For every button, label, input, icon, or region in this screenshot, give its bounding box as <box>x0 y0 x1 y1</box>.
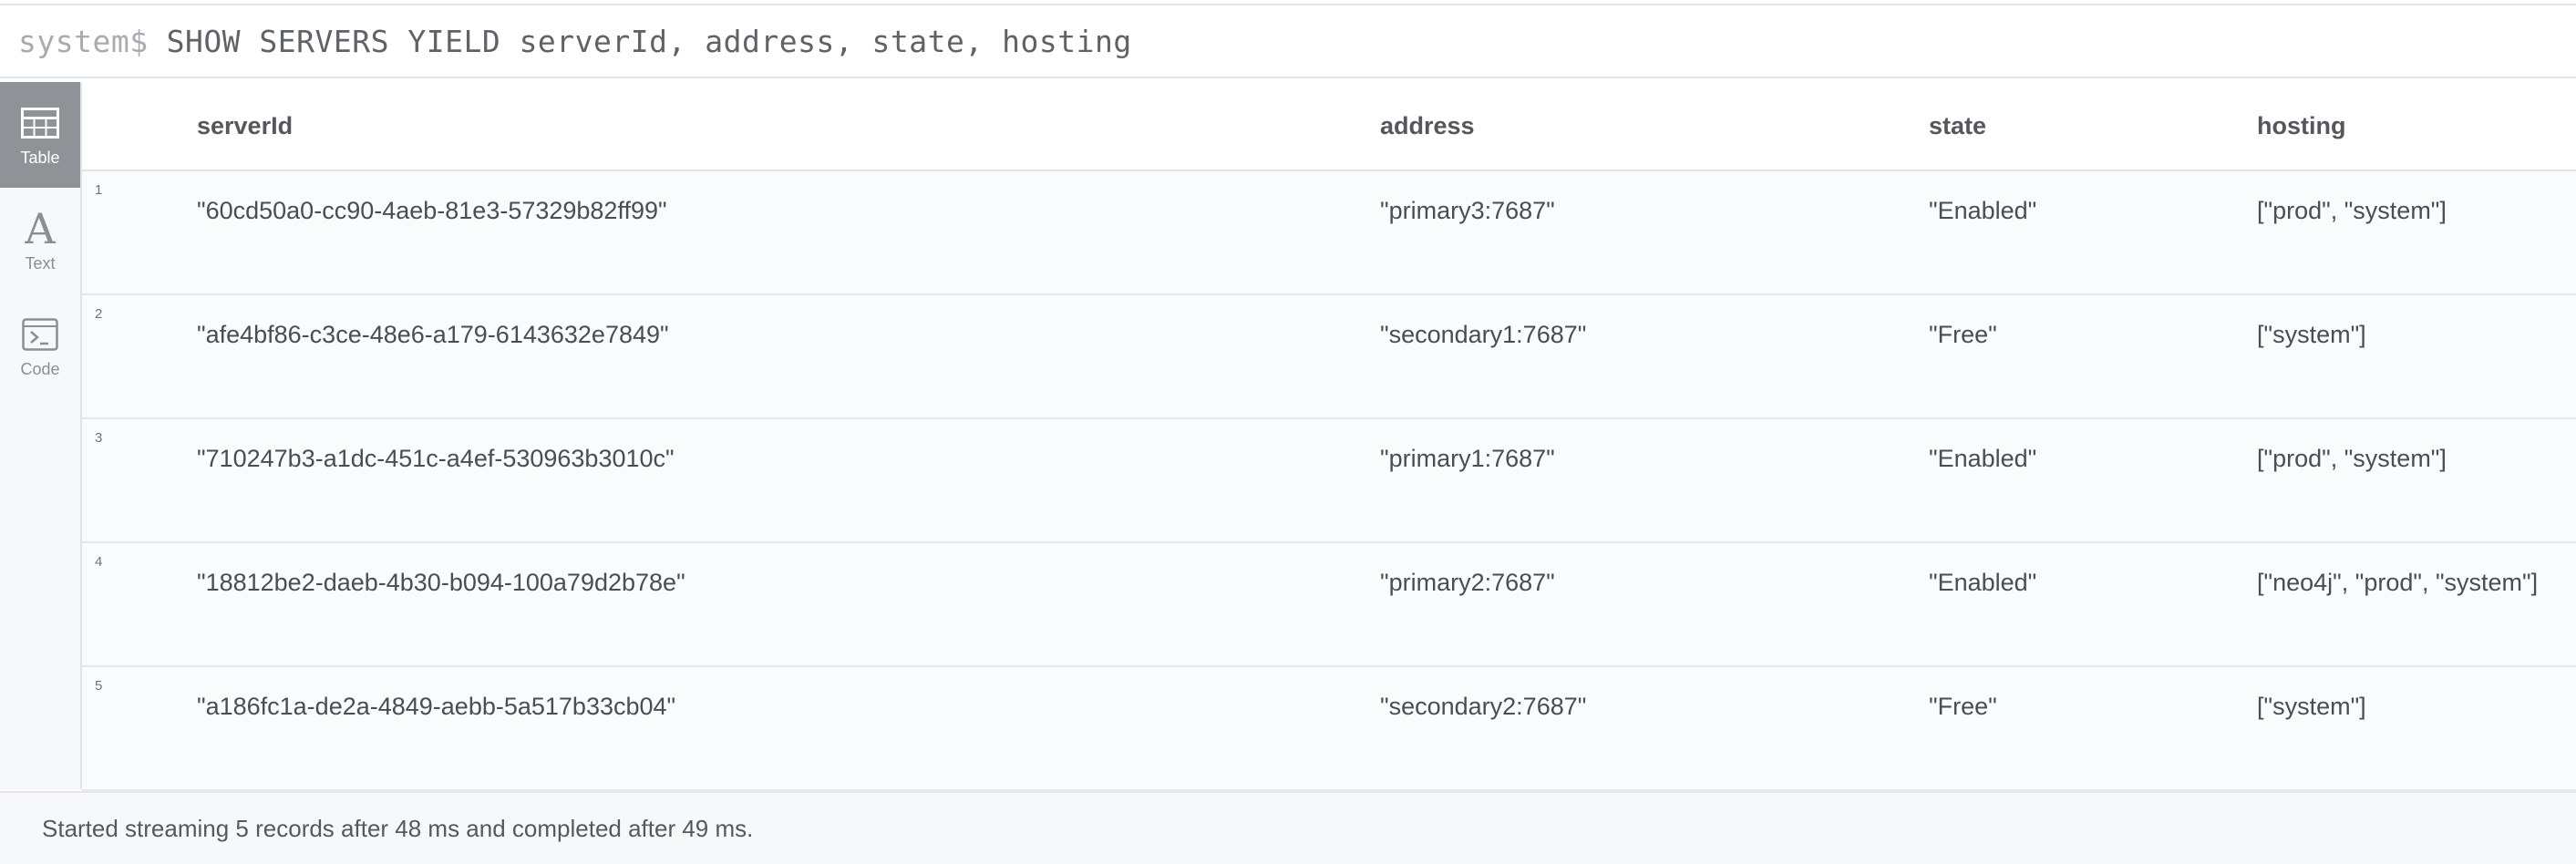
table-row: 3 "710247b3-a1dc-451c-a4ef-530963b3010c"… <box>82 419 2576 543</box>
view-table-button[interactable]: Table <box>0 82 80 188</box>
row-number: 5 <box>95 678 103 694</box>
cell-state: "Enabled" <box>1929 569 2037 596</box>
cell-hosting: ["prod", "system"] <box>2257 197 2447 224</box>
table-row: 5 "a186fc1a-de2a-4849-aebb-5a517b33cb04"… <box>82 667 2576 791</box>
query-text[interactable]: SHOW SERVERS YIELD serverId, address, st… <box>167 24 1132 59</box>
view-text-label: Text <box>25 253 56 273</box>
cell-state: "Free" <box>1929 693 1997 720</box>
code-icon <box>22 314 58 355</box>
result-table: serverId address state hosting 1 "60cd50… <box>82 82 2576 791</box>
cell-hosting: ["system"] <box>2257 321 2366 348</box>
view-sidebar: Table A Text Code <box>0 82 82 789</box>
table-icon <box>21 103 59 143</box>
query-editor[interactable]: system$ SHOW SERVERS YIELD serverId, add… <box>0 5 2576 78</box>
row-number: 1 <box>95 182 103 198</box>
cell-address: "secondary2:7687" <box>1380 693 1587 720</box>
status-bar: Started streaming 5 records after 48 ms … <box>0 791 2576 864</box>
cell-serverid: "afe4bf86-c3ce-48e6-a179-6143632e7849" <box>197 321 669 348</box>
cell-serverid: "18812be2-daeb-4b30-b094-100a79d2b78e" <box>197 569 685 596</box>
text-icon: A <box>25 203 56 253</box>
cell-hosting: ["prod", "system"] <box>2257 445 2447 472</box>
view-code-label: Code <box>20 359 60 378</box>
view-table-label: Table <box>20 148 60 167</box>
table-row: 1 "60cd50a0-cc90-4aeb-81e3-57329b82ff99"… <box>82 171 2576 295</box>
cell-state: "Free" <box>1929 321 1997 348</box>
view-code-button[interactable]: Code <box>0 293 80 399</box>
cell-serverid: "a186fc1a-de2a-4849-aebb-5a517b33cb04" <box>197 693 676 720</box>
cell-hosting: ["system"] <box>2257 693 2366 720</box>
row-number: 3 <box>95 430 103 446</box>
cell-address: "primary1:7687" <box>1380 445 1555 472</box>
cell-address: "secondary1:7687" <box>1380 321 1587 348</box>
status-message: Started streaming 5 records after 48 ms … <box>42 814 754 842</box>
column-header-serverid: serverId <box>197 112 294 139</box>
table-row: 4 "18812be2-daeb-4b30-b094-100a79d2b78e"… <box>82 543 2576 667</box>
cell-serverid: "60cd50a0-cc90-4aeb-81e3-57329b82ff99" <box>197 197 667 224</box>
table-header: serverId address state hosting <box>82 82 2576 171</box>
table-row: 2 "afe4bf86-c3ce-48e6-a179-6143632e7849"… <box>82 295 2576 419</box>
row-number: 4 <box>95 554 103 570</box>
cell-address: "primary3:7687" <box>1380 197 1555 224</box>
cell-serverid: "710247b3-a1dc-451c-a4ef-530963b3010c" <box>197 445 675 472</box>
cell-hosting: ["neo4j", "prod", "system"] <box>2257 569 2539 596</box>
column-header-hosting: hosting <box>2257 112 2346 139</box>
cell-state: "Enabled" <box>1929 445 2037 472</box>
column-header-state: state <box>1929 112 1987 139</box>
column-header-address: address <box>1380 112 1475 139</box>
cell-state: "Enabled" <box>1929 197 2037 224</box>
editor-prompt: system$ <box>18 23 149 59</box>
row-number: 2 <box>95 306 103 322</box>
cell-address: "primary2:7687" <box>1380 569 1555 596</box>
view-text-button[interactable]: A Text <box>0 188 80 293</box>
